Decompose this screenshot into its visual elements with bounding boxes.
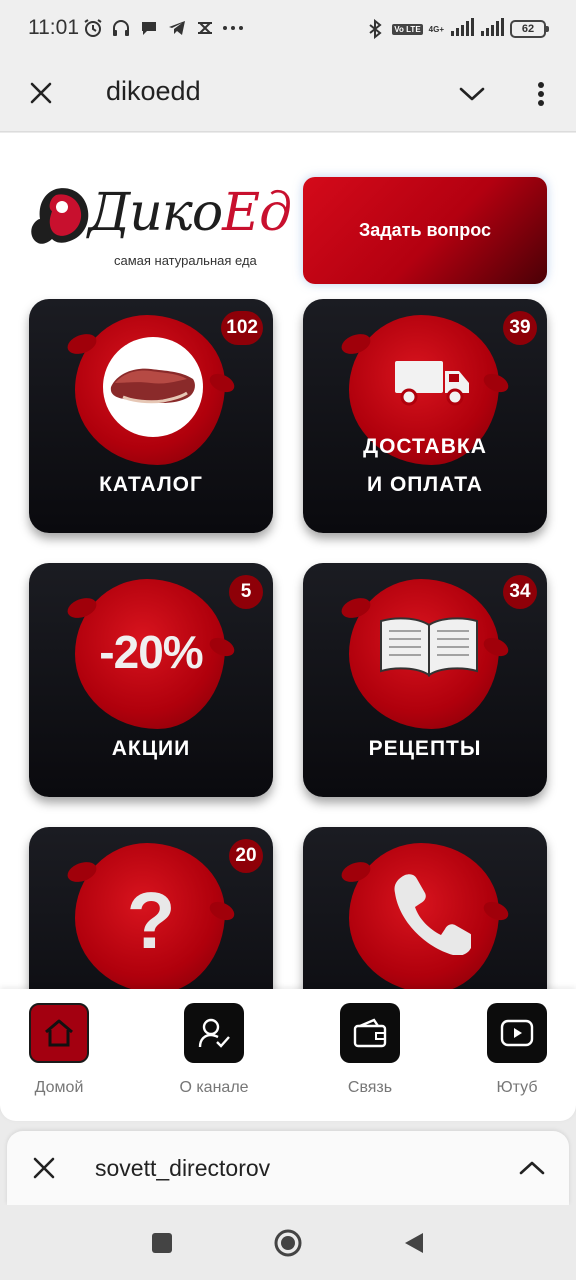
status-time: 11:01	[28, 16, 79, 39]
page-title: dikoedd	[106, 76, 201, 106]
tile-label: АКЦИИ	[111, 737, 191, 760]
sheet-close-button[interactable]	[25, 1149, 63, 1187]
circle-icon	[274, 1229, 302, 1257]
tile-badge: 39	[503, 311, 537, 345]
tile-delivery[interactable]: 39 ДОСТАВКА И ОПЛАТА	[303, 299, 547, 533]
truck-icon	[395, 361, 469, 406]
minimized-app-bar[interactable]: sovett_directorov	[7, 1131, 569, 1205]
tile-badge: 20	[229, 839, 263, 873]
nav-item-youtube[interactable]: Ютуб	[467, 1003, 567, 1097]
tile-faq[interactable]: ? 20	[29, 827, 273, 989]
nav-label: Ютуб	[496, 1079, 538, 1096]
tile-label: РЕЦЕПТЫ	[368, 737, 482, 760]
battery-icon: 62	[510, 20, 549, 38]
tile-label-line1: ДОСТАВКА	[363, 435, 487, 458]
headphones-icon	[110, 17, 132, 39]
status-icons-left	[82, 14, 244, 42]
nav-item-about[interactable]: О канале	[164, 1003, 264, 1097]
more-menu-button[interactable]	[526, 76, 556, 112]
back-button[interactable]	[398, 1227, 430, 1259]
more-vert-icon	[538, 82, 544, 106]
logo-wordmark: ДикоЕд	[88, 183, 292, 243]
logo-text-accent: Ед	[222, 183, 292, 243]
tile-label: КАТАЛОГ	[99, 473, 203, 496]
user-check-icon	[184, 1003, 244, 1063]
back-triangle-icon	[405, 1233, 423, 1253]
phone-icon	[394, 874, 471, 955]
close-button[interactable]	[22, 74, 60, 112]
sheet-expand-button[interactable]	[513, 1149, 551, 1187]
nav-label: Домой	[34, 1079, 84, 1096]
nav-item-contact[interactable]: Связь	[320, 1003, 420, 1097]
chevron-up-icon	[519, 1161, 545, 1175]
meat-logo-icon	[31, 188, 89, 244]
network-type-label: 4G+	[428, 24, 444, 34]
sheet-title: sovett_directorov	[95, 1155, 271, 1181]
tile-promos[interactable]: -20% 5 АКЦИИ	[29, 563, 273, 797]
chevron-down-icon	[459, 87, 485, 101]
signal-icon	[450, 17, 474, 41]
tile-badge: 5	[229, 575, 263, 609]
status-icons-right: Vo LTE 4G+ 62	[364, 16, 549, 42]
square-icon	[152, 1233, 172, 1253]
logo-tagline: самая натуральная еда	[114, 253, 257, 268]
play-icon	[487, 1003, 547, 1063]
chat-icon	[138, 17, 160, 39]
brand-logo: ДикоЕд самая натуральная еда	[26, 183, 292, 273]
expand-button[interactable]	[454, 76, 490, 112]
more-dots-icon	[222, 17, 244, 39]
alarm-icon	[82, 17, 104, 39]
recents-button[interactable]	[146, 1227, 178, 1259]
ask-question-button[interactable]: Задать вопрос	[303, 177, 547, 284]
webapp-content: ДикоЕд самая натуральная еда Задать вопр…	[0, 133, 576, 989]
meat-icon	[103, 337, 203, 437]
tile-badge: 102	[221, 311, 263, 345]
tile-contact[interactable]	[303, 827, 547, 989]
app-icon	[194, 17, 216, 39]
book-icon	[380, 617, 478, 677]
tile-label-line2: И ОПЛАТА	[367, 473, 483, 496]
discount-icon: -20%	[99, 626, 203, 678]
tile-catalog[interactable]: 102 КАТАЛОГ	[29, 299, 273, 533]
signal-icon	[480, 17, 504, 41]
system-nav-bar	[0, 1205, 576, 1280]
status-bar: 11:01 Vo LTE 4G+ 62	[0, 0, 576, 58]
telegram-icon	[166, 17, 188, 39]
tile-recipes[interactable]: 34 РЕЦЕПТЫ	[303, 563, 547, 797]
app-header: dikoedd	[0, 58, 576, 132]
nav-label: Связь	[347, 1079, 393, 1096]
bluetooth-icon	[364, 18, 386, 40]
wallet-icon	[340, 1003, 400, 1063]
close-icon	[33, 1157, 55, 1179]
volte-icon: Vo LTE	[392, 23, 423, 35]
tile-badge: 34	[503, 575, 537, 609]
home-button[interactable]	[272, 1227, 304, 1259]
nav-item-home[interactable]: Домой	[9, 1003, 109, 1097]
bottom-nav: Домой О канале Связь Ютуб	[0, 989, 576, 1121]
logo-text-main: Дико	[88, 183, 223, 243]
nav-label: О канале	[179, 1079, 249, 1096]
close-icon	[30, 82, 52, 104]
question-icon: ?	[126, 876, 176, 965]
home-icon	[29, 1003, 89, 1063]
